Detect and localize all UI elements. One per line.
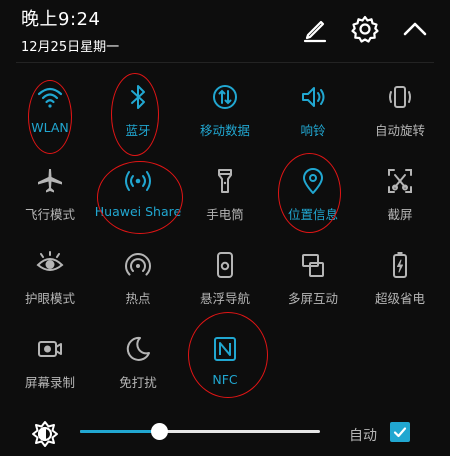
hotspot-icon: [123, 250, 153, 280]
tile-label: Huawei Share: [94, 204, 182, 219]
tile-bluetooth[interactable]: 蓝牙: [94, 78, 182, 148]
power-saving-icon: [385, 250, 415, 280]
auto-rotate-icon: [385, 82, 415, 112]
edit-icon[interactable]: [300, 14, 330, 44]
tile-ringer[interactable]: 响铃: [269, 78, 357, 148]
tile-flashlight[interactable]: 手电筒: [181, 162, 269, 232]
tile-label: 悬浮导航: [199, 291, 250, 306]
airplane-icon: [35, 166, 65, 196]
tile-wlan[interactable]: WLAN: [6, 78, 94, 148]
floating-nav-icon: [210, 250, 240, 280]
tile-screenshot[interactable]: 截屏: [356, 162, 444, 232]
tile-label: 屏幕录制: [24, 375, 75, 390]
slider-fill: [80, 430, 160, 433]
tile-auto-rotate[interactable]: 自动旋转: [356, 78, 444, 148]
gear-icon[interactable]: [350, 14, 380, 44]
do-not-disturb-icon: [123, 334, 153, 364]
tile-label: 自动旋转: [374, 123, 425, 138]
tile-eye-comfort[interactable]: 护眼模式: [6, 246, 94, 316]
ringer-icon: [298, 82, 328, 112]
clock-time: 晚上9:24: [21, 9, 101, 30]
tile-do-not-disturb[interactable]: 免打扰: [94, 330, 182, 400]
huawei-share-icon: [123, 166, 153, 196]
tile-screen-record[interactable]: 屏幕录制: [6, 330, 94, 400]
screenshot-icon: [385, 166, 415, 196]
tile-label: 手电筒: [206, 207, 244, 222]
tile-floating-nav[interactable]: 悬浮导航: [181, 246, 269, 316]
tile-nfc[interactable]: NFC: [181, 330, 269, 400]
brightness-slider[interactable]: [80, 423, 320, 440]
tile-mobile-data[interactable]: 移动数据: [181, 78, 269, 148]
tile-label: 截屏: [387, 207, 413, 222]
tile-label: 移动数据: [199, 123, 250, 138]
tile-label: NFC: [212, 372, 238, 387]
auto-brightness-checkbox[interactable]: [390, 422, 410, 442]
nfc-icon: [210, 334, 240, 364]
screen-record-icon: [35, 334, 65, 364]
wifi-icon: [35, 82, 65, 112]
tile-airplane[interactable]: 飞行模式: [6, 162, 94, 232]
flashlight-icon: [210, 166, 240, 196]
tile-label: 飞行模式: [24, 207, 75, 222]
tile-location[interactable]: 位置信息: [269, 162, 357, 232]
tile-hotspot[interactable]: 热点: [94, 246, 182, 316]
date-label: 12月25日星期一: [21, 40, 120, 55]
tile-label: WLAN: [31, 120, 69, 135]
mobile-data-icon: [210, 82, 240, 112]
tile-power-saving[interactable]: 超级省电: [356, 246, 444, 316]
brightness-icon: [30, 419, 60, 449]
status-header: 晚上9:24 12月25日星期一: [0, 0, 450, 62]
tile-label: 响铃: [300, 123, 326, 138]
tile-huawei-share[interactable]: Huawei Share: [94, 162, 182, 232]
tile-label: 免打扰: [119, 375, 157, 390]
header-divider: [16, 62, 434, 63]
tile-label: 位置信息: [287, 207, 338, 222]
checkmark-icon: [393, 427, 407, 438]
eye-comfort-icon: [35, 250, 65, 280]
tile-label: 护眼模式: [24, 291, 75, 306]
tile-label: 多屏互动: [287, 291, 338, 306]
chevron-up-icon[interactable]: [400, 14, 430, 44]
location-icon: [298, 166, 328, 196]
tile-label: 热点: [125, 291, 151, 306]
bluetooth-icon: [123, 82, 153, 112]
auto-brightness-label: 自动: [349, 428, 377, 444]
tile-multi-screen[interactable]: 多屏互动: [269, 246, 357, 316]
multi-screen-icon: [298, 250, 328, 280]
slider-knob[interactable]: [151, 423, 169, 440]
tile-label: 蓝牙: [125, 123, 151, 138]
tile-label: 超级省电: [374, 291, 425, 306]
